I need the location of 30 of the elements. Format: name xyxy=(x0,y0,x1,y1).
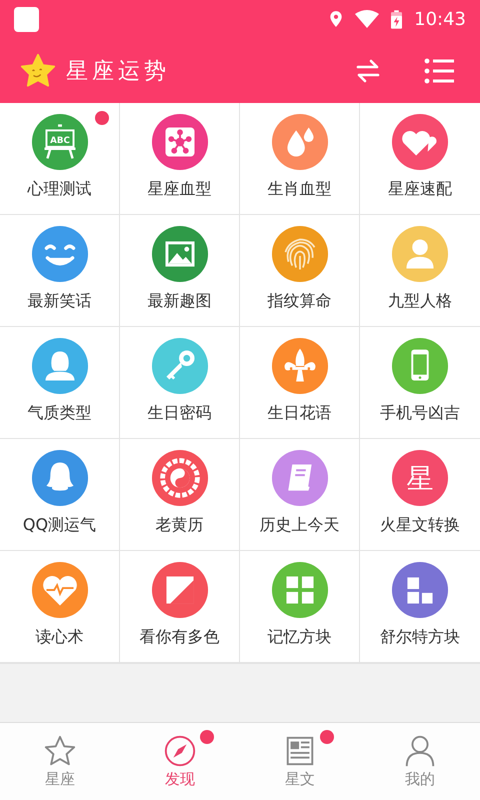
feature-button[interactable]: 历史上今天 xyxy=(240,439,360,551)
feature-button[interactable]: 最新趣图 xyxy=(120,215,240,327)
feature-button[interactable]: 最新笑话 xyxy=(0,215,120,327)
compass-icon xyxy=(163,734,197,768)
location-icon xyxy=(329,10,344,28)
menu-icon xyxy=(424,58,454,84)
app-title: 星座运势 xyxy=(66,58,170,86)
feature-button[interactable]: 看你有多色 xyxy=(120,551,240,663)
feature-button[interactable]: 生日密码 xyxy=(120,327,240,439)
easel-icon: ABC xyxy=(30,113,88,171)
character-icon: 星 xyxy=(391,449,449,507)
feature-button[interactable]: 星座血型 xyxy=(120,103,240,215)
notification-icon xyxy=(14,6,39,32)
feature-button[interactable]: 生日花语 xyxy=(240,327,360,439)
feature-button[interactable]: 读心术 xyxy=(0,551,120,663)
battery-icon xyxy=(391,10,402,28)
wifi-icon xyxy=(355,10,380,28)
star-icon xyxy=(43,734,77,768)
nav-tab[interactable]: 发现 xyxy=(120,723,240,800)
swap-arrows-icon xyxy=(354,56,382,84)
star-logo-icon xyxy=(20,52,56,88)
user-icon xyxy=(403,734,437,768)
feature-button[interactable]: ABC 心理测试 xyxy=(0,103,120,215)
feature-button[interactable]: 气质类型 xyxy=(0,327,120,439)
feature-button[interactable]: QQ测运气 xyxy=(0,439,120,551)
feature-button[interactable]: 老黄历 xyxy=(120,439,240,551)
feature-button[interactable]: 记忆方块 xyxy=(240,551,360,663)
clock: 10:43 xyxy=(414,8,466,30)
feature-button[interactable]: 指纹算命 xyxy=(240,215,360,327)
feature-button[interactable]: 生肖血型 xyxy=(240,103,360,215)
